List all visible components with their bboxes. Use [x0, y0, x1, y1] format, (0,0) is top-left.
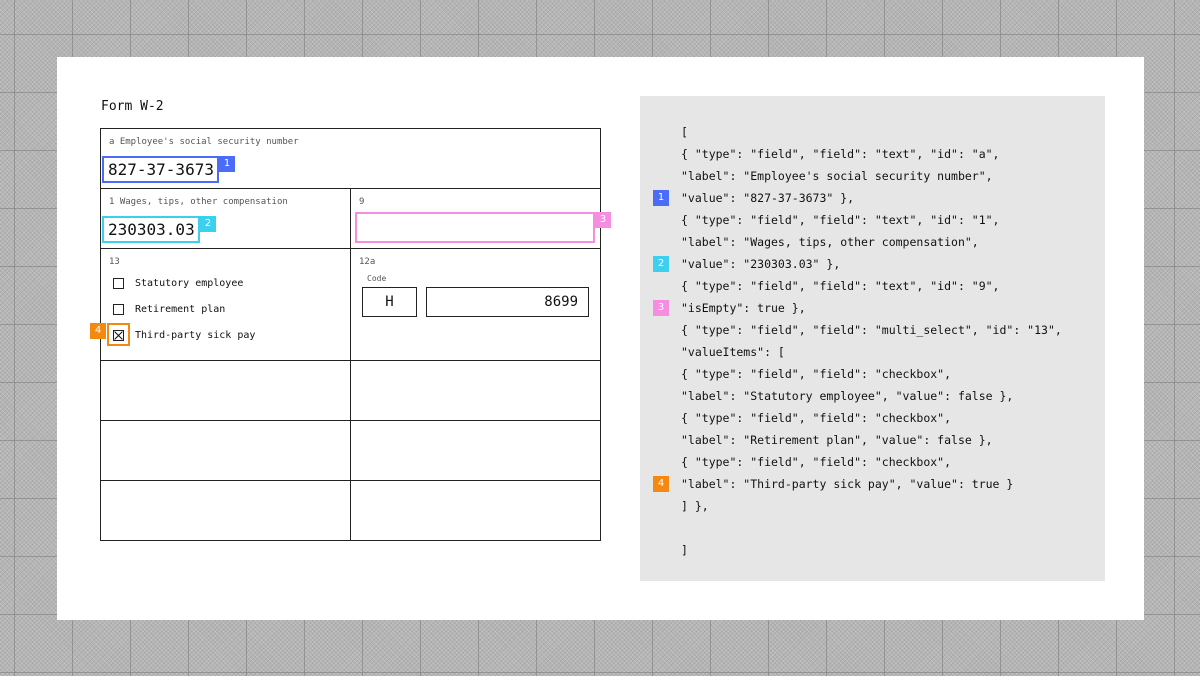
json-line: { "type": "field", "field": "checkbox", — [681, 411, 952, 425]
annotation-badge-3: 3 — [653, 300, 669, 316]
empty-cell — [100, 360, 351, 421]
checkbox-row-statutory-employee[interactable]: Statutory employee — [113, 275, 243, 291]
json-line: "value": "230303.03" }, — [681, 257, 841, 271]
statutory-employee-checkbox[interactable] — [113, 277, 124, 289]
annotation-badge-1: 1 — [219, 156, 235, 172]
checkbox-label: Statutory employee — [135, 277, 244, 289]
retirement-plan-checkbox[interactable] — [113, 303, 124, 315]
json-line: { "type": "field", "field": "checkbox", — [681, 455, 952, 469]
json-output-panel: [ { "type": "field", "field": "text", "id… — [640, 96, 1105, 581]
json-line: { "type": "field", "field": "multi_selec… — [681, 323, 1062, 337]
box9-input[interactable] — [355, 212, 595, 243]
empty-cell — [100, 480, 351, 541]
json-line: "label": "Wages, tips, other compensatio… — [681, 235, 979, 249]
form-title: Form W-2 — [101, 99, 164, 114]
wages-input[interactable]: 230303.03 — [102, 216, 200, 243]
json-line: "valueItems": [ — [681, 345, 785, 359]
json-line: "label": "Retirement plan", "value": fal… — [681, 433, 993, 447]
json-line: { "type": "field", "field": "text", "id"… — [681, 279, 1000, 293]
annotation-badge-4: 4 — [653, 476, 669, 492]
json-line: "label": "Statutory employee", "value": … — [681, 389, 1014, 403]
empty-cell — [100, 420, 351, 481]
cell-box12a: 12a Code H 8699 — [350, 248, 601, 361]
empty-cell — [350, 360, 601, 421]
json-line: "label": "Employee's social security num… — [681, 169, 993, 183]
checkbox-row-third-party-sick-pay[interactable]: Third-party sick pay — [113, 327, 255, 343]
sick-pay-highlight — [107, 323, 130, 346]
ssn-label: a Employee's social security number — [109, 137, 299, 147]
box9-label: 9 — [359, 197, 365, 207]
checkbox-row-retirement-plan[interactable]: Retirement plan — [113, 301, 225, 317]
wages-label: 1 Wages, tips, other compensation — [109, 197, 288, 207]
box12a-label: 12a — [359, 257, 376, 267]
json-line: ] }, — [681, 499, 709, 513]
json-line: { "type": "field", "field": "checkbox", — [681, 367, 952, 381]
w2-form: a Employee's social security number 1 Wa… — [100, 128, 601, 541]
annotation-badge-3: 3 — [595, 212, 611, 228]
checkbox-label: Retirement plan — [135, 303, 226, 315]
annotation-badge-4: 4 — [90, 323, 106, 339]
checkbox-label: Third-party sick pay — [135, 329, 256, 341]
json-line: "value": "827-37-3673" }, — [681, 191, 855, 205]
empty-cell — [350, 420, 601, 481]
json-line: ] — [681, 543, 688, 557]
json-line: { "type": "field", "field": "text", "id"… — [681, 147, 1000, 161]
json-line: "label": "Third-party sick pay", "value"… — [681, 477, 1014, 491]
cell-box13: 13 Statutory employee Retirement plan Th… — [100, 248, 351, 361]
json-line: { "type": "field", "field": "text", "id"… — [681, 213, 1000, 227]
annotation-badge-1: 1 — [653, 190, 669, 206]
json-line: "isEmpty": true }, — [681, 301, 806, 315]
annotation-badge-2: 2 — [653, 256, 669, 272]
box12a-amount-field[interactable]: 8699 — [426, 287, 589, 317]
box13-label: 13 — [109, 257, 120, 267]
ssn-input[interactable]: 827-37-3673 — [102, 156, 219, 183]
code-label: Code — [367, 274, 387, 283]
box12a-code-field[interactable]: H — [362, 287, 417, 317]
annotation-badge-2: 2 — [200, 216, 216, 232]
json-line: [ — [681, 125, 688, 139]
empty-cell — [350, 480, 601, 541]
